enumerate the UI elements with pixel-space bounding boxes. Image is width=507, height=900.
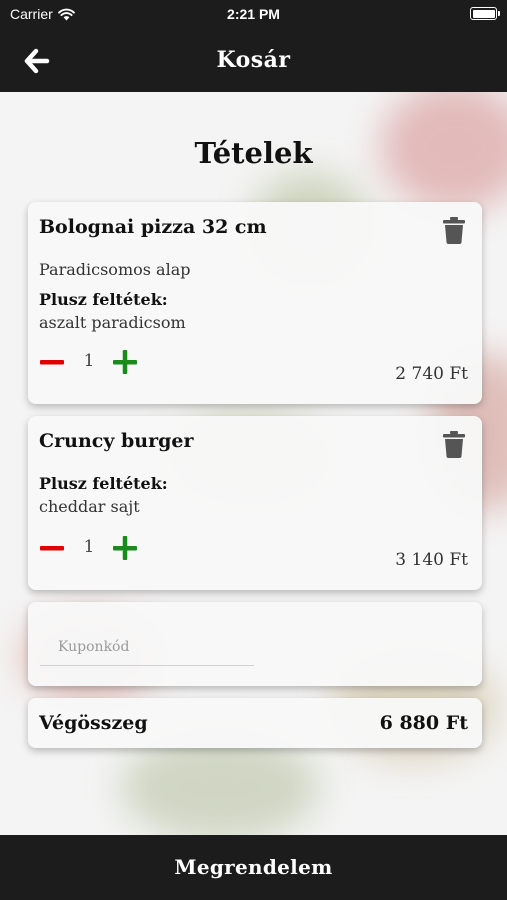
item-name: Bolognai pizza 32 cm <box>39 216 267 238</box>
total-label: Végösszeg <box>39 712 148 734</box>
quantity-value: 1 <box>83 537 95 557</box>
minus-icon <box>40 546 64 551</box>
delete-item-button[interactable] <box>442 216 466 244</box>
delete-item-button[interactable] <box>442 430 466 458</box>
trash-icon <box>443 217 465 244</box>
extras-value: aszalt paradicsom <box>39 313 186 332</box>
total-value: 6 880 Ft <box>379 712 468 734</box>
battery-icon <box>470 7 500 20</box>
nav-title: Kosár <box>216 47 291 73</box>
total-card: Végösszeg 6 880 Ft <box>28 698 482 748</box>
item-base: Paradicsomos alap <box>39 260 191 279</box>
coupon-card <box>28 602 482 686</box>
decrease-quantity-button[interactable] <box>39 535 65 561</box>
extras-value: cheddar sajt <box>39 497 140 516</box>
trash-icon <box>443 431 465 458</box>
status-bar: Carrier 2:21 PM <box>0 0 507 30</box>
coupon-input[interactable] <box>40 628 254 666</box>
increase-quantity-button[interactable] <box>112 349 138 375</box>
status-time: 2:21 PM <box>227 6 280 22</box>
nav-bar: Kosár <box>0 30 507 92</box>
order-button[interactable]: Megrendelem <box>0 835 507 900</box>
increase-quantity-button[interactable] <box>112 535 138 561</box>
item-price: 2 740 Ft <box>395 364 468 384</box>
extras-title: Plusz feltétek: <box>39 474 168 493</box>
item-price: 3 140 Ft <box>395 550 468 570</box>
extras-title: Plusz feltétek: <box>39 290 168 309</box>
page-heading: Tételek <box>194 136 313 170</box>
item-name: Cruncy burger <box>39 430 194 452</box>
cart-item-card: Bolognai pizza 32 cm Paradicsomos alap P… <box>28 202 482 404</box>
cart-content[interactable]: Tételek Bolognai pizza 32 cm Paradicsomo… <box>0 92 507 835</box>
decrease-quantity-button[interactable] <box>39 349 65 375</box>
plus-icon <box>113 536 137 560</box>
quantity-value: 1 <box>83 351 95 371</box>
order-button-label: Megrendelem <box>174 855 333 879</box>
cart-item-card: Cruncy burger Plusz feltétek: cheddar sa… <box>28 416 482 590</box>
minus-icon <box>40 360 64 365</box>
plus-icon <box>113 350 137 374</box>
